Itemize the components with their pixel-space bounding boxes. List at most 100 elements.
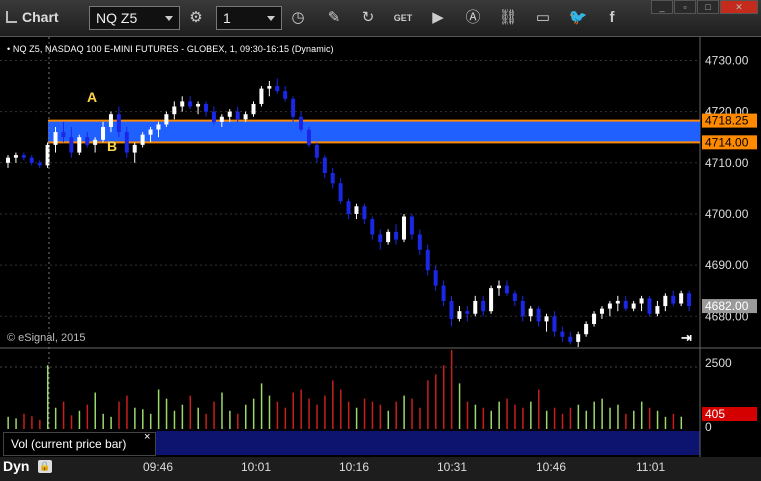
- window-title: Chart: [6, 9, 59, 25]
- level-tag-last: 4682.00: [705, 299, 749, 313]
- clock-icon[interactable]: ◷: [286, 7, 310, 29]
- candle-body: [124, 132, 129, 153]
- volume-bar: [577, 404, 580, 429]
- volume-bar: [680, 416, 683, 429]
- window-title-text: Chart: [22, 9, 59, 25]
- alert-icon[interactable]: Ⓐ: [461, 7, 485, 29]
- volume-bar: [530, 401, 532, 429]
- volume-bar: [355, 407, 358, 429]
- volume-bar: [545, 410, 548, 429]
- candle-body: [386, 231, 391, 243]
- volume-bar: [617, 404, 619, 429]
- price-tick: 4710.00: [705, 156, 749, 170]
- restore-button[interactable]: ▫: [674, 0, 696, 14]
- candle-body: [378, 234, 383, 243]
- candle-body: [465, 311, 470, 314]
- candle-body: [481, 300, 486, 312]
- volume-bar: [648, 407, 651, 429]
- candle-body: [172, 106, 177, 115]
- candle-body: [306, 129, 311, 145]
- volume-bar: [94, 392, 97, 429]
- volume-bar: [260, 383, 263, 429]
- gear-icon[interactable]: ⚙: [184, 7, 208, 29]
- facebook-icon[interactable]: f: [600, 7, 624, 29]
- volume-bar: [347, 401, 350, 429]
- candle-body: [489, 288, 494, 312]
- candle-body: [568, 336, 573, 342]
- candle-body: [647, 298, 652, 314]
- volume-bar: [601, 398, 603, 429]
- play-icon[interactable]: ▶: [426, 7, 450, 29]
- interval-input[interactable]: 1: [216, 6, 282, 30]
- volume-bar: [625, 413, 627, 429]
- candle-body: [148, 129, 153, 135]
- time-tick: 09:46: [143, 460, 174, 474]
- candle-body: [679, 293, 684, 304]
- volume-bar: [395, 401, 397, 429]
- lock-icon[interactable]: 🔒: [38, 460, 52, 473]
- candle-body: [227, 111, 232, 117]
- candle-body: [592, 313, 597, 324]
- candle-body: [409, 216, 414, 235]
- volume-bar: [458, 383, 461, 429]
- candle-body: [322, 157, 327, 174]
- candle-body: [354, 206, 359, 214]
- volume-bar: [276, 401, 279, 429]
- candle-body: [69, 137, 74, 153]
- close-button[interactable]: ✕: [720, 0, 758, 14]
- candle-body: [259, 88, 264, 104]
- scroll-to-end-icon[interactable]: ⇥: [681, 330, 692, 346]
- candle-body: [615, 300, 620, 304]
- candle-body: [299, 116, 304, 130]
- candle-body: [449, 300, 454, 319]
- candle-body: [473, 300, 478, 314]
- volume-bar: [213, 401, 215, 429]
- volume-bar: [308, 398, 310, 429]
- minimize-button[interactable]: _: [651, 0, 673, 14]
- symbol-input[interactable]: NQ Z5: [89, 6, 180, 30]
- chart-canvas[interactable]: AB4730.004720.004710.004700.004690.00468…: [0, 37, 761, 481]
- chat-icon[interactable]: ▭: [531, 7, 555, 29]
- volume-bar: [142, 409, 144, 429]
- pencil-icon[interactable]: ✎: [322, 7, 346, 29]
- time-tick: 10:46: [536, 460, 567, 474]
- volume-bar: [39, 419, 41, 429]
- volume-bar: [86, 404, 89, 429]
- get-quote-icon[interactable]: GET: [391, 7, 415, 29]
- candle-body: [93, 139, 98, 145]
- candle-body: [291, 98, 296, 117]
- dynamic-button[interactable]: Dyn: [3, 458, 29, 474]
- maximize-button[interactable]: □: [697, 0, 719, 14]
- level-tag-lower: 4714.00: [705, 135, 749, 149]
- chevron-down-icon[interactable]: [267, 16, 275, 21]
- close-icon[interactable]: ×: [144, 431, 150, 443]
- volume-bar: [31, 416, 33, 429]
- volume-bar: [15, 418, 17, 429]
- volume-bar: [664, 416, 667, 429]
- volume-bar: [450, 350, 453, 429]
- candle-body: [663, 295, 668, 307]
- candle-body: [560, 331, 565, 337]
- volume-bar: [324, 395, 326, 429]
- volume-bar: [23, 413, 25, 429]
- link-icon[interactable]: ⛓: [496, 7, 520, 29]
- volume-bar: [672, 413, 675, 429]
- volume-bar: [340, 389, 342, 429]
- candle-body: [61, 132, 66, 138]
- candle-body: [116, 114, 121, 133]
- candle-body: [235, 111, 240, 120]
- volume-bar: [205, 413, 207, 429]
- candle-body: [639, 298, 644, 304]
- refresh-icon[interactable]: ↻: [356, 7, 380, 29]
- candle-body: [85, 137, 90, 145]
- volume-bar: [165, 398, 168, 429]
- symbol-value: NQ Z5: [96, 10, 138, 26]
- candle-body: [203, 103, 208, 112]
- price-tick: 4690.00: [705, 258, 749, 272]
- volume-bar: [593, 401, 595, 429]
- annotation-a: A: [87, 89, 97, 105]
- chevron-down-icon[interactable]: [165, 16, 173, 21]
- volume-last-tag: 405: [705, 407, 725, 421]
- twitter-icon[interactable]: 🐦: [566, 7, 590, 29]
- volume-study-label[interactable]: Vol (current price bar): [3, 432, 156, 456]
